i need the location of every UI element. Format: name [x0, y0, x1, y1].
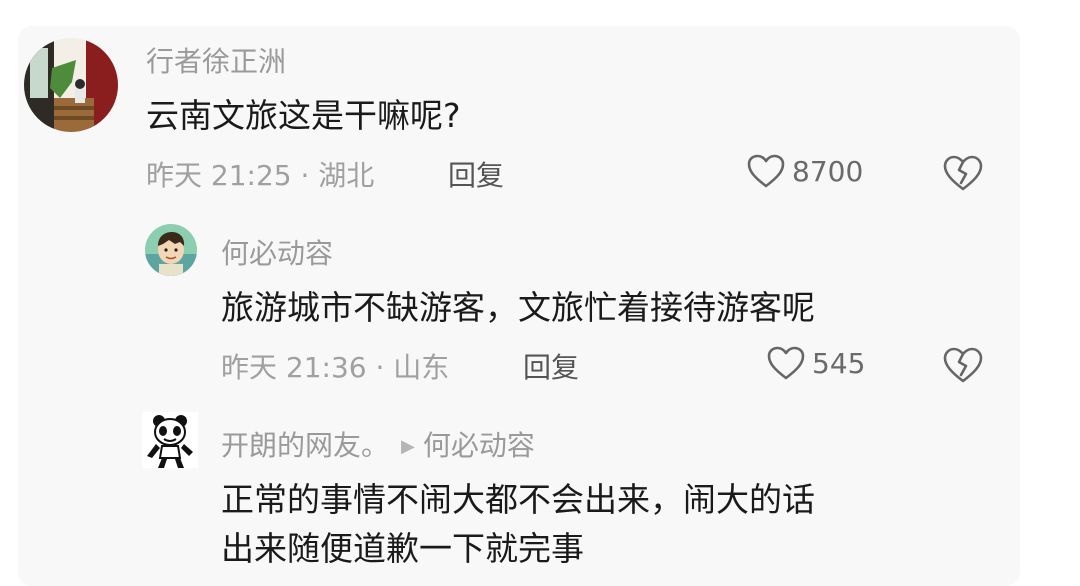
- heart-outline-icon: [767, 346, 805, 380]
- dislike-button[interactable]: [942, 154, 984, 192]
- reply-button[interactable]: 回复: [523, 346, 579, 386]
- comment-username-line: 开朗的网友。 ▶ 何必动容: [221, 424, 535, 464]
- comment-text: 正常的事情不闹大都不会出来，闹大的话: [221, 480, 815, 519]
- reply-target-username[interactable]: 何必动容: [423, 429, 535, 462]
- comment-time-location: 昨天 21:36 · 山东: [221, 351, 450, 384]
- reply-button[interactable]: 回复: [448, 154, 504, 194]
- comment-text: 旅游城市不缺游客，文旅忙着接待游客呢: [221, 288, 815, 327]
- like-button[interactable]: 545: [766, 345, 865, 381]
- user-avatar[interactable]: [142, 412, 198, 468]
- comment-text: 出来随便道歉一下就完事: [221, 529, 584, 568]
- broken-heart-icon: [943, 347, 983, 383]
- comment-username[interactable]: 行者徐正洲: [146, 40, 286, 80]
- heart-outline-icon: [747, 154, 785, 188]
- user-avatar[interactable]: [145, 224, 197, 276]
- comment-panel: 行者徐正洲 云南文旅这是干嘛呢? 昨天 21:25 · 湖北 回复 8700 何…: [18, 26, 1020, 586]
- comment-username[interactable]: 开朗的网友。: [221, 429, 389, 462]
- like-count: 8700: [792, 154, 864, 188]
- broken-heart-icon: [943, 155, 983, 191]
- like-button[interactable]: 8700: [746, 153, 863, 189]
- like-count: 545: [812, 346, 866, 380]
- comment-username[interactable]: 何必动容: [221, 232, 333, 272]
- avatar-cartoon-icon: [145, 224, 197, 276]
- comment-text: 云南文旅这是干嘛呢?: [146, 96, 461, 135]
- comment-time-location: 昨天 21:25 · 湖北: [146, 159, 375, 192]
- avatar-photo-icon: [24, 38, 118, 132]
- triangle-right-icon: ▶: [401, 436, 415, 457]
- panda-meme-icon: [142, 412, 198, 468]
- dislike-button[interactable]: [942, 346, 984, 384]
- user-avatar[interactable]: [24, 38, 118, 132]
